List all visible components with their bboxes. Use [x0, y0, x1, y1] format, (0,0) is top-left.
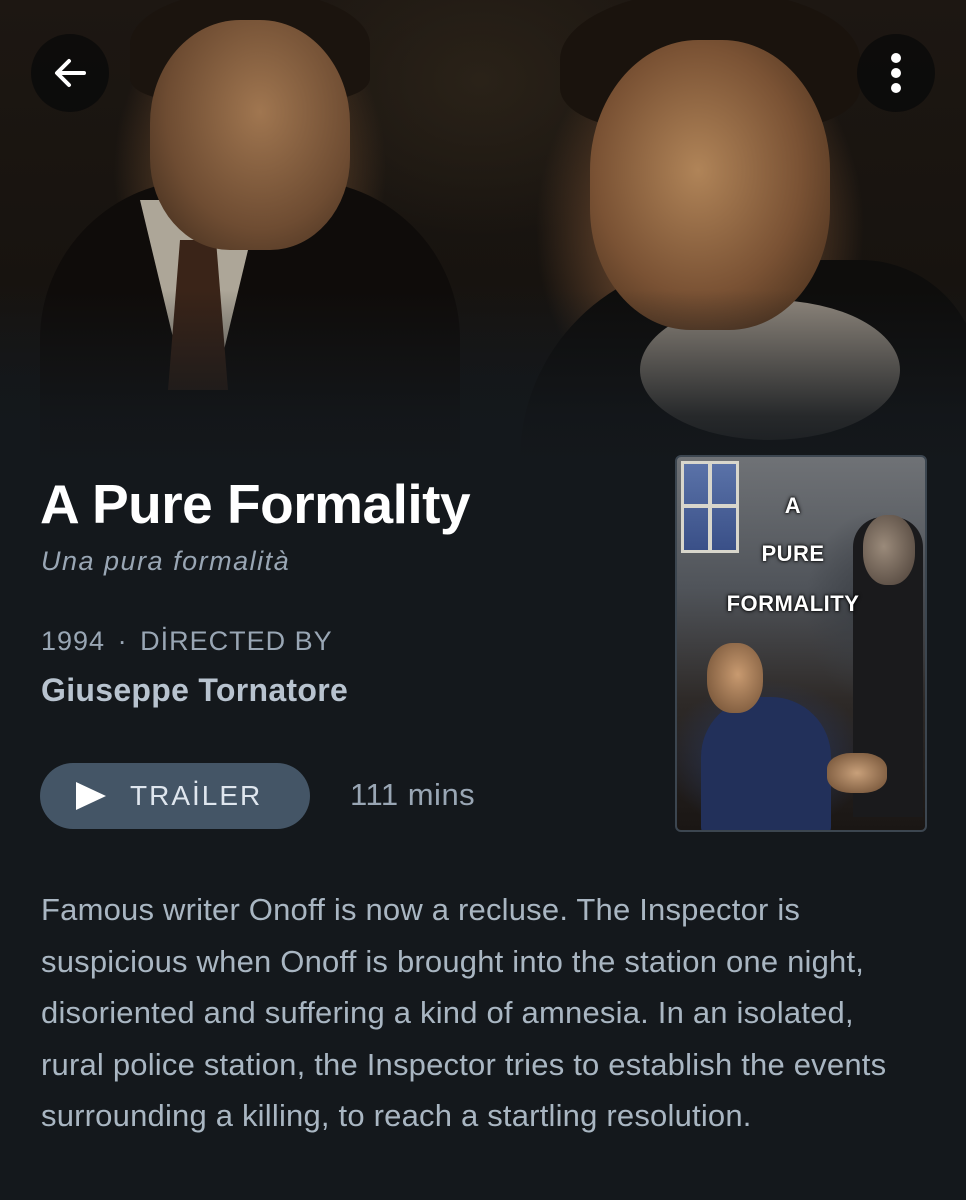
more-options-button[interactable]: [857, 34, 935, 112]
trailer-button[interactable]: TRAİLER: [40, 763, 310, 829]
poster-title-line-1: A: [784, 493, 802, 518]
play-icon: [76, 782, 106, 810]
meta-separator: ·: [117, 626, 128, 656]
backdrop-image: [0, 0, 966, 470]
release-year[interactable]: 1994: [41, 626, 105, 656]
film-meta: 1994 · DİRECTED BY: [41, 626, 333, 657]
synopsis: Famous writer Onoff is now a recluse. Th…: [41, 892, 887, 1133]
arrow-left-icon: [55, 59, 86, 87]
runtime: 111 mins: [350, 777, 476, 812]
more-vertical-icon: [891, 53, 901, 93]
back-button[interactable]: [31, 34, 109, 112]
film-poster[interactable]: A PURE FORMALITY: [675, 455, 927, 832]
directed-by-label: DİRECTED BY: [140, 626, 333, 656]
original-title: Una pura formalità: [41, 546, 291, 576]
poster-title-line-2: PURE: [761, 541, 825, 566]
film-title: A Pure Formality: [40, 473, 471, 535]
trailer-label: TRAİLER: [130, 780, 263, 811]
film-detail-page: A Pure Formality Una pura formalità 1994…: [0, 0, 966, 1200]
poster-title-line-3: FORMALITY: [726, 591, 860, 616]
director-link[interactable]: Giuseppe Tornatore: [41, 672, 348, 709]
